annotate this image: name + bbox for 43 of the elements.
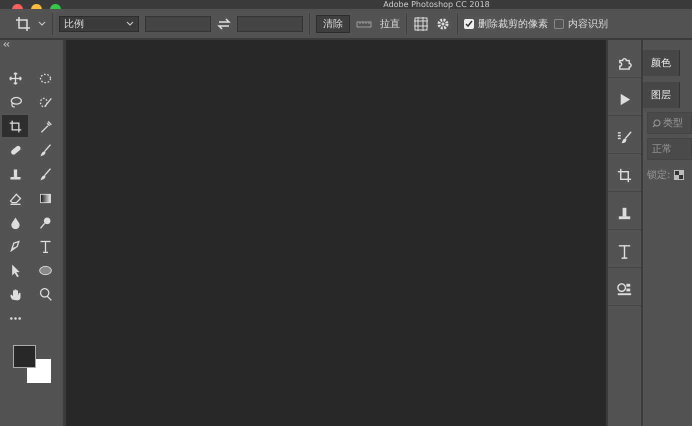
width-field[interactable] <box>145 16 211 32</box>
swap-icon[interactable] <box>217 18 231 30</box>
height-field[interactable] <box>237 16 303 32</box>
move-icon <box>8 70 22 86</box>
checkbox[interactable] <box>554 18 564 28</box>
lasso-icon <box>8 94 22 110</box>
ratio-label: 比例 <box>64 18 84 30</box>
brush-icon <box>38 166 52 182</box>
color-swatches-icon[interactable] <box>13 345 51 383</box>
quick-select-icon <box>38 94 52 110</box>
straighten-button[interactable]: 拉直 <box>356 16 400 30</box>
collapse-icon[interactable] <box>3 42 10 47</box>
caret-icon[interactable] <box>38 20 46 26</box>
clear-button[interactable]: 清除 <box>316 14 350 32</box>
brush-icon <box>38 142 52 158</box>
checkbox[interactable] <box>464 18 474 28</box>
panel-tab[interactable]: 颜色 <box>643 50 680 76</box>
settings-icon[interactable] <box>435 16 451 32</box>
search-icon <box>652 118 661 128</box>
more-icon <box>8 316 22 320</box>
type-icon[interactable] <box>616 242 633 260</box>
ellipse-marquee-icon <box>38 70 52 86</box>
ruler-icon <box>356 20 372 28</box>
hand-icon <box>8 286 22 302</box>
stamp-icon <box>8 166 22 182</box>
checkbox-label: 删除裁剪的像素 <box>478 18 548 30</box>
grid-overlay-icon[interactable] <box>413 16 429 32</box>
checker-icon[interactable] <box>674 170 684 180</box>
checkbox-label: 内容识别 <box>568 18 608 30</box>
crop-icon[interactable] <box>14 14 32 32</box>
pen-icon <box>8 238 22 254</box>
tool-button[interactable] <box>2 115 28 137</box>
type-icon <box>38 238 52 254</box>
caret-icon <box>126 20 134 26</box>
crop-icon <box>8 118 22 134</box>
panel-tab[interactable]: 图层 <box>643 82 680 108</box>
eraser-icon <box>8 190 22 206</box>
crop-icon[interactable] <box>616 166 633 184</box>
ratio-select[interactable]: 比例 <box>59 16 139 32</box>
brush-list-icon[interactable] <box>616 128 633 146</box>
zoom-icon <box>38 286 52 302</box>
lock-label: 锁定: <box>647 168 670 182</box>
window-title: Adobe Photoshop CC 2018 <box>383 0 490 9</box>
